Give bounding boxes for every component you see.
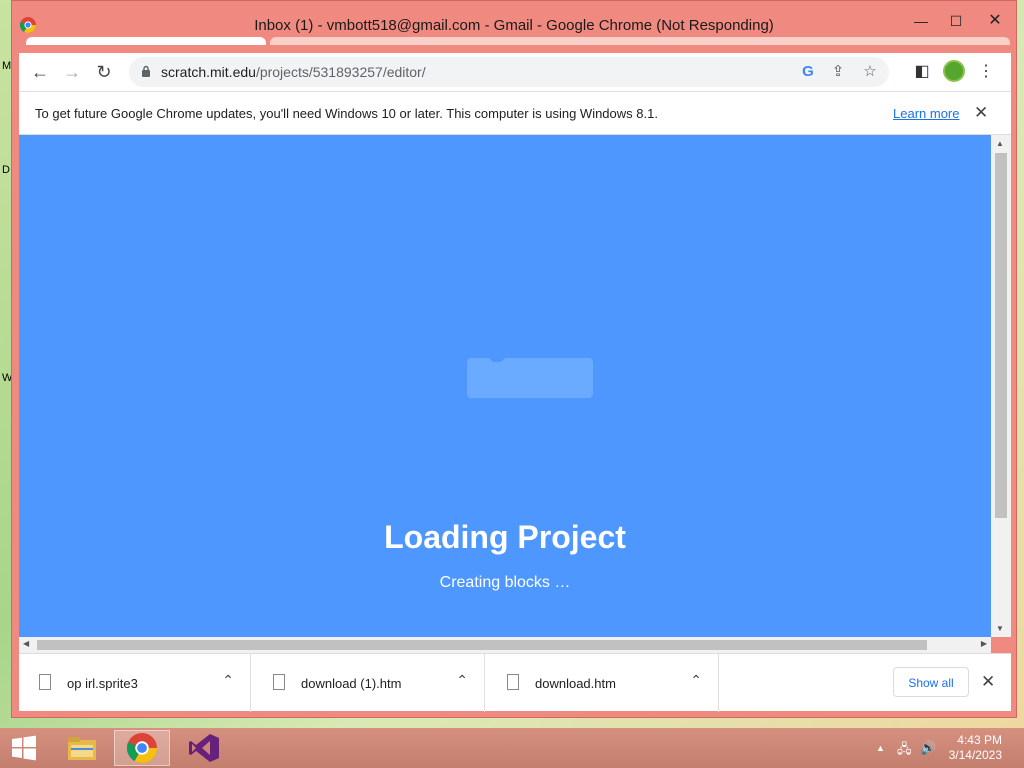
file-icon (39, 674, 51, 690)
infobar-message: To get future Google Chrome updates, you… (35, 106, 658, 121)
window-title: Inbox (1) - vmbott518@gmail.com - Gmail … (254, 17, 774, 34)
windows-logo-icon (12, 735, 36, 761)
loading-title: Loading Project (384, 519, 626, 555)
back-button[interactable]: ← (29, 61, 51, 83)
system-clock[interactable]: 4:43 PM 3/14/2023 (949, 733, 1002, 763)
bookmark-star-icon[interactable]: ☆ (861, 63, 879, 81)
chevron-up-icon[interactable]: ▲ (876, 743, 885, 753)
chevron-up-icon[interactable]: ⌃ (456, 672, 468, 689)
download-item[interactable]: download (1).htm ⌃ (253, 654, 485, 712)
file-explorer-taskbar-button[interactable] (54, 730, 110, 766)
scroll-left-icon[interactable]: ◀ (23, 639, 29, 648)
scroll-right-icon[interactable]: ▶ (981, 639, 987, 648)
minimize-button[interactable]: — (906, 11, 936, 31)
download-filename: op irl.sprite3 (67, 676, 138, 691)
downloads-close-button[interactable]: ✕ (981, 672, 995, 692)
scroll-down-icon[interactable]: ▼ (996, 624, 1004, 633)
loading-status: Creating blocks … (439, 574, 571, 591)
visual-studio-icon (189, 734, 219, 762)
scrollbar-thumb[interactable] (37, 640, 927, 650)
update-infobar: To get future Google Chrome updates, you… (19, 91, 1011, 135)
url-text: scratch.mit.edu/projects/531893257/edito… (161, 64, 426, 80)
vertical-scrollbar[interactable]: ▲ ▼ (991, 135, 1011, 637)
share-icon[interactable]: ⇪ (829, 63, 847, 81)
close-window-button[interactable]: ✕ (980, 11, 1010, 31)
downloads-bar: op irl.sprite3 ⌃ download (1).htm ⌃ down… (19, 653, 1011, 712)
visual-studio-taskbar-button[interactable] (176, 730, 232, 766)
scratch-loading-screen: Loading Project Creating blocks … (19, 135, 991, 637)
chevron-up-icon[interactable]: ⌃ (690, 672, 702, 689)
horizontal-scrollbar[interactable]: ◀ ▶ (19, 637, 991, 653)
maximize-button[interactable]: ☐ (941, 11, 971, 31)
lock-icon (142, 65, 150, 77)
tab[interactable] (26, 37, 266, 45)
desktop-icon-label: D (2, 164, 10, 176)
chrome-icon (126, 733, 157, 763)
start-button[interactable] (0, 730, 48, 766)
learn-more-link[interactable]: Learn more (893, 106, 959, 121)
file-icon (507, 674, 519, 690)
google-lens-icon[interactable]: G (799, 63, 817, 81)
file-icon (273, 674, 285, 690)
desktop-icon-label: M (2, 60, 12, 72)
taskbar: ▲ 🖧 🔊 4:43 PM 3/14/2023 (0, 728, 1024, 768)
reload-button[interactable]: ↻ (93, 61, 115, 83)
download-filename: download (1).htm (301, 676, 402, 691)
forward-button[interactable]: → (61, 61, 83, 83)
profile-avatar[interactable] (943, 60, 965, 82)
chrome-menu-icon[interactable]: ⋮ (976, 62, 996, 82)
scroll-up-icon[interactable]: ▲ (996, 139, 1004, 148)
address-bar[interactable]: scratch.mit.edu/projects/531893257/edito… (129, 57, 889, 87)
clock-time: 4:43 PM (957, 733, 1002, 747)
scratch-block-icon (467, 358, 593, 398)
tab-strip (270, 37, 1010, 45)
chevron-up-icon[interactable]: ⌃ (222, 672, 234, 689)
browser-toolbar: ← → ↻ scratch.mit.edu/projects/531893257… (19, 53, 1011, 91)
scrollbar-thumb[interactable] (995, 153, 1007, 518)
show-all-button[interactable]: Show all (893, 667, 969, 697)
volume-icon[interactable]: 🔊 (920, 740, 936, 756)
download-filename: download.htm (535, 676, 616, 691)
download-item[interactable]: op irl.sprite3 ⌃ (19, 654, 251, 712)
download-item[interactable]: download.htm ⌃ (487, 654, 719, 712)
infobar-close-button[interactable]: ✕ (974, 103, 988, 123)
chrome-taskbar-button[interactable] (114, 730, 170, 766)
clock-date: 3/14/2023 (948, 748, 1002, 762)
side-panel-icon[interactable]: ◧ (912, 62, 932, 82)
chrome-window: Inbox (1) - vmbott518@gmail.com - Gmail … (11, 0, 1017, 718)
network-icon[interactable]: 🖧 (897, 740, 912, 762)
folder-icon (68, 737, 96, 760)
